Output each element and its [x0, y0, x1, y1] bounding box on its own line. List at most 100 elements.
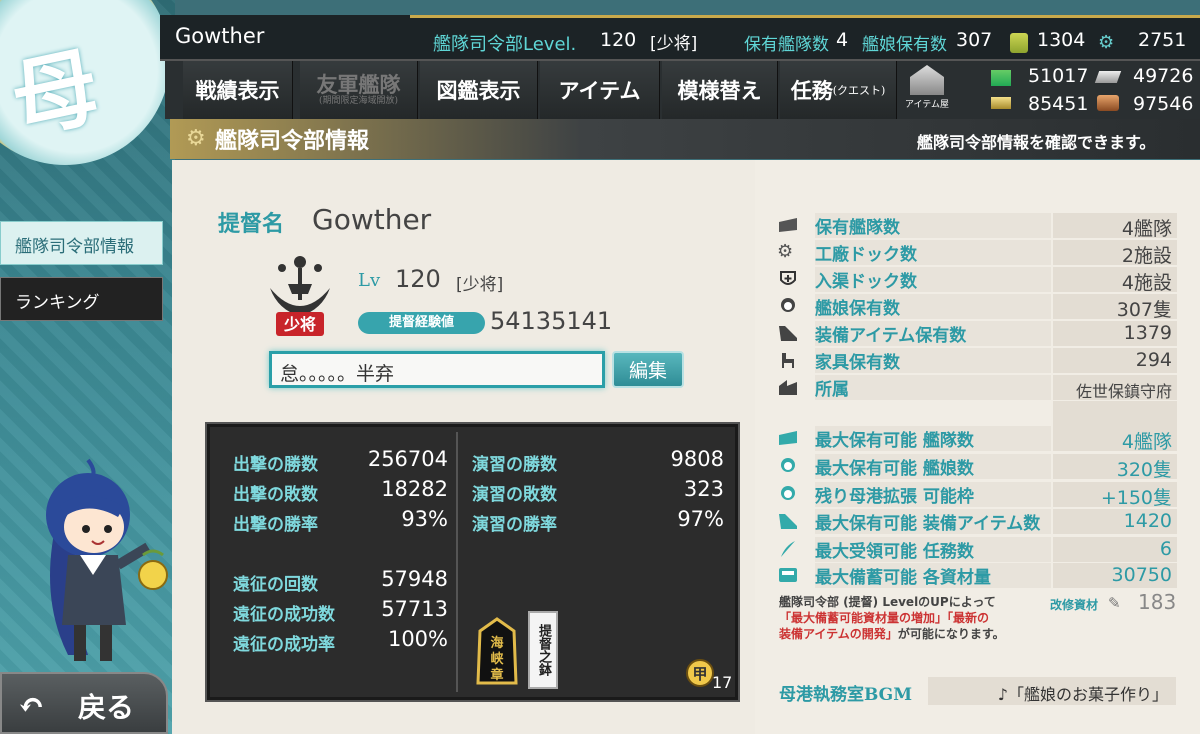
exp-value: 54135141 — [490, 307, 613, 335]
fuel-value: 51017 — [1028, 65, 1089, 87]
shipgirl-icon — [777, 297, 799, 315]
info-row-max-quests: 最大受領可能 任務数 6 — [777, 536, 1177, 562]
info-row-shipgirls: 艦娘保有数 307隻 — [777, 293, 1177, 321]
exercise-rate-value: 97% — [677, 507, 724, 531]
improvement-material-label: 改修資材 — [1050, 598, 1099, 612]
fleet-icon — [777, 216, 799, 234]
info-row-max-equipment: 最大保有可能 装備アイテム数 1420 — [777, 508, 1177, 534]
info-row-affiliation: 所属 佐世保鎮守府 — [777, 374, 1177, 401]
expedition-count-value: 57948 — [381, 567, 448, 591]
bgm-label: 母港執務室BGM — [779, 685, 913, 705]
furniture-icon — [777, 351, 799, 369]
svg-text:峡: 峡 — [490, 651, 504, 667]
info-row-repair-docks: 入渠ドック数 4施設 — [777, 266, 1177, 294]
admiral-name-label: 提督名 — [218, 211, 285, 237]
edit-button[interactable]: 編集 — [612, 351, 684, 388]
steel-value: 85451 — [1028, 93, 1089, 115]
item-shop-button[interactable]: アイテム屋 — [902, 65, 952, 115]
back-arrow-icon: ↶ — [18, 686, 45, 724]
info-row-furniture: 家具保有数 294 — [777, 347, 1177, 373]
admiral-name: Gowther — [312, 203, 432, 236]
ships-value: 307 — [956, 29, 993, 51]
menu-quests[interactable]: 任務 (クエスト) — [780, 61, 897, 119]
medal3-text: 甲 — [692, 665, 707, 683]
exercise-losses-value: 323 — [683, 477, 724, 501]
back-label: 戻る — [78, 691, 135, 724]
info-row-fleets: 保有艦隊数 4艦隊 — [777, 212, 1177, 240]
level-value: 120 — [395, 265, 441, 293]
shop-icon — [910, 65, 944, 95]
comment-input[interactable]: 怠。。。。。半弃 — [269, 351, 605, 388]
secretary-chibi — [46, 458, 168, 661]
port-emblem-logo: 母 — [2, 35, 109, 153]
bucket-value: 1304 — [1037, 29, 1086, 51]
medal1-text: 海 — [490, 635, 503, 651]
exercise-losses-label: 演習の敗数 — [472, 485, 557, 505]
sidebar-item-ranking[interactable]: ランキング — [0, 277, 163, 321]
equipment-icon — [777, 324, 799, 342]
expedition-rate-label: 遠征の成功率 — [233, 635, 335, 655]
rank-badge-text: 少将 — [283, 315, 316, 334]
bauxite-value: 97546 — [1133, 93, 1194, 115]
menu-quests-sub: (クエスト) — [832, 84, 886, 97]
expedition-rate-value: 100% — [387, 627, 448, 651]
info-row-factory-docks: ⚙ 工廠ドック数 2施設 — [777, 239, 1177, 267]
sortie-rate-label: 出撃の勝率 — [233, 515, 318, 535]
storage-icon — [777, 566, 799, 584]
fleets-value: 4 — [836, 29, 849, 51]
page-title: 艦隊司令部情報 — [215, 128, 370, 154]
stats-divider — [456, 432, 458, 692]
expedition-success-label: 遠征の成功数 — [233, 605, 335, 625]
hq-level-value: 120 — [600, 29, 637, 51]
gear-icon: ⚙ — [186, 126, 206, 151]
info-row-equipment: 装備アイテム保有数 1379 — [777, 320, 1177, 346]
sidebar-item-hq-info[interactable]: 艦隊司令部情報 — [0, 221, 163, 265]
back-button[interactable]: ↶ 戻る — [0, 672, 168, 734]
page-description: 艦隊司令部情報を確認できます。 — [917, 133, 1156, 152]
difficulty-medal-icon[interactable]: 甲 — [685, 658, 715, 688]
ships-label: 艦娘保有数 — [862, 35, 947, 55]
bgm-select[interactable]: ♪「艦娘のお菓子作り」 — [928, 677, 1176, 705]
improvement-material-value: 183 — [1138, 590, 1177, 614]
sortie-wins-label: 出撃の勝数 — [233, 455, 318, 475]
info-row-max-shipgirls: 最大保有可能 艦娘数 320隻 — [777, 453, 1177, 481]
sortie-losses-value: 18282 — [381, 477, 448, 501]
sortie-wins-value: 256704 — [367, 447, 448, 471]
steel-icon — [991, 97, 1011, 109]
menu-friend-fleet-sub: (期間限定海域開放) — [318, 96, 399, 106]
info-row-max-resources: 最大備蓄可能 各資材量 30750 — [777, 562, 1177, 588]
menu-encyclopedia[interactable]: 図鑑表示 — [420, 61, 538, 119]
bucket-icon — [1010, 33, 1028, 53]
admiral-bowl-medal-icon[interactable]: 提督之鉢 — [528, 611, 558, 689]
strait-medal-icon[interactable]: 海 峡 章 — [474, 617, 520, 689]
ammo-icon — [1094, 71, 1122, 83]
username: Gowther — [175, 24, 265, 48]
bauxite-icon — [1097, 95, 1119, 111]
exercise-rate-label: 演習の勝率 — [472, 515, 557, 535]
menu-battle-record[interactable]: 戦績表示 — [183, 61, 293, 119]
menu-interior[interactable]: 模様替え — [662, 61, 778, 119]
shipgirl-icon — [777, 457, 799, 475]
gear-icon: ⚙ — [777, 241, 794, 262]
expedition-success-value: 57713 — [381, 597, 448, 621]
hq-rank: [少将] — [650, 34, 698, 54]
rank-text: [少将] — [456, 275, 504, 295]
exercise-wins-value: 9808 — [670, 447, 724, 471]
menu-friend-fleet: 友軍艦隊 (期間限定海域開放) — [300, 61, 418, 119]
fleet-icon — [777, 429, 799, 447]
wrench-icon: ✎ — [1108, 594, 1121, 612]
item-shop-label: アイテム屋 — [904, 100, 950, 110]
menu-quests-label: 任務 — [790, 78, 833, 103]
menu-items[interactable]: アイテム — [540, 61, 660, 119]
expedition-count-label: 遠征の回数 — [233, 575, 318, 595]
repair-icon — [777, 270, 799, 288]
sortie-losses-label: 出撃の敗数 — [233, 485, 318, 505]
fuel-icon — [991, 70, 1011, 86]
info-row-max-fleets: 最大保有可能 艦隊数 4艦隊 — [777, 425, 1177, 453]
menu-friend-fleet-label: 友軍艦隊 — [316, 72, 401, 97]
medal2-text: 提督之鉢 — [536, 624, 551, 676]
info-spacer — [1053, 401, 1177, 426]
equipment-icon — [777, 512, 799, 530]
ammo-value: 49726 — [1133, 65, 1194, 87]
level-label: Lv — [358, 270, 381, 291]
